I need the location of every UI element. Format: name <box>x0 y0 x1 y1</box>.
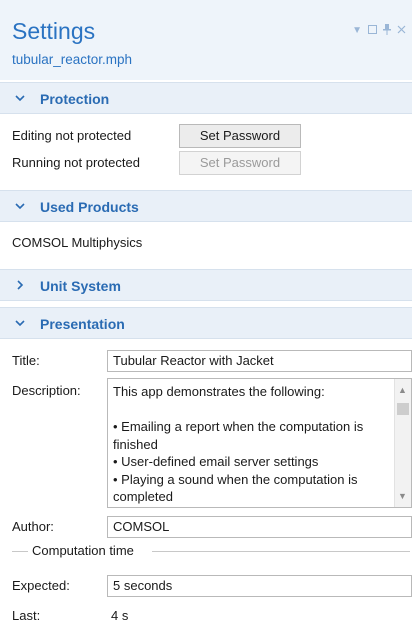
editing-protection-label: Editing not protected <box>12 128 132 143</box>
last-label: Last: <box>12 608 41 623</box>
section-presentation-label: Presentation <box>40 316 125 332</box>
description-scrollbar[interactable]: ▲ ▼ <box>394 379 411 507</box>
product-name: COMSOL Multiphysics <box>12 235 143 250</box>
group-divider-left <box>12 551 28 552</box>
author-input[interactable]: COMSOL <box>107 516 412 538</box>
expected-input[interactable]: 5 seconds <box>107 575 412 597</box>
computation-time-label: Computation time <box>30 543 136 558</box>
title-label: Title: <box>12 353 40 368</box>
scroll-up-icon[interactable]: ▲ <box>398 385 407 395</box>
section-unit-system[interactable]: Unit System <box>0 269 412 301</box>
panel-filename: tubular_reactor.mph <box>12 52 133 67</box>
section-protection-label: Protection <box>40 91 110 107</box>
set-password-editing-button[interactable]: Set Password <box>179 124 301 148</box>
section-used-products[interactable]: Used Products <box>0 190 412 222</box>
close-icon[interactable] <box>397 25 406 37</box>
expected-label: Expected: <box>12 578 70 593</box>
chevron-down-icon <box>14 317 26 329</box>
maximize-icon[interactable] <box>368 25 377 37</box>
scroll-thumb[interactable] <box>397 403 409 415</box>
dropdown-icon[interactable]: ▼ <box>352 26 362 36</box>
author-label: Author: <box>12 519 54 534</box>
section-used-products-label: Used Products <box>40 199 139 215</box>
section-unit-system-label: Unit System <box>40 278 121 294</box>
panel-title: Settings <box>12 18 96 44</box>
chevron-down-icon <box>14 200 26 212</box>
chevron-down-icon <box>14 92 26 104</box>
last-value: 4 s <box>111 608 129 623</box>
settings-header: Settings tubular_reactor.mph ▼ <box>0 0 412 80</box>
description-textarea[interactable]: This app demonstrates the following: • E… <box>107 378 412 508</box>
description-label: Description: <box>12 383 81 398</box>
section-presentation[interactable]: Presentation <box>0 307 412 339</box>
group-divider-right <box>152 551 410 552</box>
scroll-down-icon[interactable]: ▼ <box>398 491 407 501</box>
description-text: This app demonstrates the following: • E… <box>113 384 364 504</box>
pin-icon[interactable] <box>383 24 391 38</box>
chevron-right-icon <box>14 279 26 291</box>
window-controls: ▼ <box>352 24 406 38</box>
title-input[interactable]: Tubular Reactor with Jacket <box>107 350 412 372</box>
running-protection-label: Running not protected <box>12 155 140 170</box>
set-password-running-button[interactable]: Set Password <box>179 151 301 175</box>
section-protection[interactable]: Protection <box>0 82 412 114</box>
